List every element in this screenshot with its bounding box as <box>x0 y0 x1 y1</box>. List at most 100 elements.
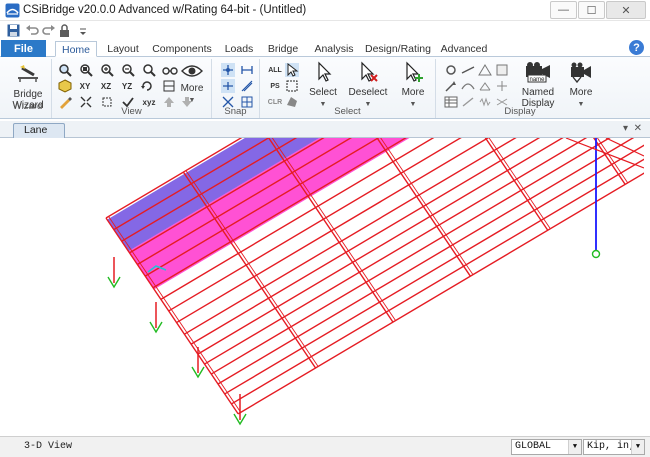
zoom-window-icon[interactable] <box>58 63 72 77</box>
units-caret-icon: ▼ <box>631 440 644 454</box>
view-more-caret-icon: ▼ <box>188 97 196 104</box>
qat-customize-icon[interactable] <box>78 23 88 38</box>
group-wizard: Bridge Wizard Wizard <box>4 59 52 118</box>
quick-access-toolbar <box>0 21 650 40</box>
set-limits-icon[interactable] <box>162 79 176 93</box>
document-tab-lane[interactable]: Lane <box>13 123 65 138</box>
select-more-button[interactable]: More ▼ <box>396 61 430 110</box>
lane-strip-magenta <box>128 138 410 290</box>
model-3d-view[interactable] <box>6 138 644 436</box>
snap-midpoint-icon[interactable] <box>221 79 235 93</box>
cross-frame-line <box>596 138 629 184</box>
deselect-arrow-icon <box>361 61 378 82</box>
close-document-icon[interactable]: ✕ <box>634 123 642 134</box>
undo-icon[interactable] <box>25 23 40 38</box>
cross-frame-line <box>484 138 549 231</box>
group-select: ALL PS CLR Select ▼ Deselect ▼ More ▼ Se… <box>260 59 436 118</box>
named-display-chip: name <box>529 77 545 83</box>
tab-components[interactable]: Components <box>151 41 213 57</box>
pointer-icon[interactable] <box>285 63 299 77</box>
view-more-label: More <box>180 83 204 94</box>
select-arrow-icon <box>318 61 332 82</box>
tab-bridge[interactable]: Bridge <box>265 41 301 57</box>
view-status: 3-D View <box>24 441 73 452</box>
group-label-wizard: Wizard <box>12 101 43 112</box>
eye-icon <box>181 65 203 77</box>
tab-analysis[interactable]: Analysis <box>312 41 356 57</box>
show-stresses-icon[interactable] <box>495 79 509 93</box>
zoom-in-icon[interactable] <box>100 63 114 77</box>
document-tab-bar: Lane ▾ ✕ <box>0 121 650 138</box>
tab-advanced[interactable]: Advanced <box>440 41 488 57</box>
rotate-view-icon[interactable] <box>140 79 154 93</box>
window-controls: — ☐ ✕ <box>550 1 646 19</box>
pan-icon[interactable] <box>142 63 156 77</box>
group-label-display: Display <box>504 106 536 117</box>
previous-select-button[interactable]: PS <box>266 79 284 93</box>
show-areas-icon[interactable] <box>478 63 492 77</box>
window-title: CSiBridge v20.0.0 Advanced w/Rating 64-b… <box>23 4 307 16</box>
redo-icon[interactable] <box>41 23 56 38</box>
view-xz-button[interactable]: XZ <box>97 79 115 93</box>
tab-home[interactable]: Home <box>55 41 97 57</box>
group-label-snap: Snap <box>224 106 247 117</box>
save-icon[interactable] <box>6 23 21 38</box>
show-grid-icon[interactable] <box>495 63 509 77</box>
window-position-icon[interactable]: ▾ <box>623 123 628 134</box>
title-bar: CSiBridge v20.0.0 Advanced w/Rating 64-b… <box>0 0 650 21</box>
show-loads-icon[interactable] <box>444 79 458 93</box>
show-forces-icon[interactable] <box>478 79 492 93</box>
csibridge-app-icon[interactable] <box>5 3 20 18</box>
view-yz-button[interactable]: YZ <box>118 79 136 93</box>
file-tab[interactable]: File <box>1 40 46 57</box>
select-label: Select <box>309 87 337 98</box>
named-display-button[interactable]: name Named Display <box>516 61 560 109</box>
coordinate-system-value: GLOBAL <box>515 441 552 452</box>
group-view: XY XZ YZ xyz More ▼ View <box>52 59 212 118</box>
restore-view-icon[interactable] <box>79 63 93 77</box>
show-undeformed-icon[interactable] <box>461 63 475 77</box>
help-icon[interactable]: ? <box>629 40 644 55</box>
group-label-view: View <box>121 106 142 117</box>
status-bar: 3-D View GLOBAL ▼ Kip, in, F ▼ <box>0 436 650 457</box>
coordinate-system-caret-icon: ▼ <box>568 440 581 454</box>
show-joints-icon[interactable] <box>444 63 458 77</box>
snap-ends-icon[interactable] <box>240 63 254 77</box>
tab-loads[interactable]: Loads <box>222 41 256 57</box>
axis-origin-marker <box>591 249 601 259</box>
maximize-button[interactable]: ☐ <box>578 1 605 19</box>
select-all-button[interactable]: ALL <box>266 63 284 77</box>
group-snap: Snap <box>212 59 260 118</box>
snap-lines-icon[interactable] <box>240 79 254 93</box>
zoom-out-icon[interactable] <box>121 63 135 77</box>
camera-icon: name <box>526 62 550 83</box>
snap-points-icon[interactable] <box>221 63 235 77</box>
display-more-button[interactable]: More ▼ <box>564 61 598 110</box>
ribbon-home: Bridge Wizard Wizard XY XZ YZ xyz More ▼… <box>0 57 650 119</box>
select-plus-icon <box>406 61 423 82</box>
minimize-button[interactable]: — <box>550 1 577 19</box>
group-display: name Named Display More ▼ Display <box>436 59 604 118</box>
girder-line <box>605 138 644 157</box>
tab-design-rating[interactable]: Design/Rating <box>365 41 431 57</box>
deselect-button[interactable]: Deselect ▼ <box>346 61 390 110</box>
deselect-label: Deselect <box>348 87 388 98</box>
group-label-select: Select <box>334 106 361 117</box>
display-camera-icon <box>571 62 591 84</box>
close-button[interactable]: ✕ <box>606 1 646 19</box>
ribbon-tabs: File Home Layout Components Loads Bridge… <box>0 40 650 57</box>
view-more-button[interactable]: More ▼ <box>176 63 208 106</box>
tab-layout[interactable]: Layout <box>103 41 143 57</box>
select-more-label: More <box>401 87 425 98</box>
bridge-model-drawing <box>105 138 644 426</box>
show-deformed-icon[interactable] <box>461 79 475 93</box>
select-window-icon[interactable] <box>285 79 299 93</box>
view-3d-icon[interactable] <box>58 79 72 93</box>
display-more-label: More <box>569 87 593 98</box>
units-select[interactable]: Kip, in, F ▼ <box>583 439 645 455</box>
view-xy-button[interactable]: XY <box>76 79 94 93</box>
select-button[interactable]: Select ▼ <box>306 61 340 110</box>
bridge-wizard-icon <box>18 65 38 82</box>
lock-icon[interactable] <box>57 23 72 38</box>
coordinate-system-select[interactable]: GLOBAL ▼ <box>511 439 582 455</box>
